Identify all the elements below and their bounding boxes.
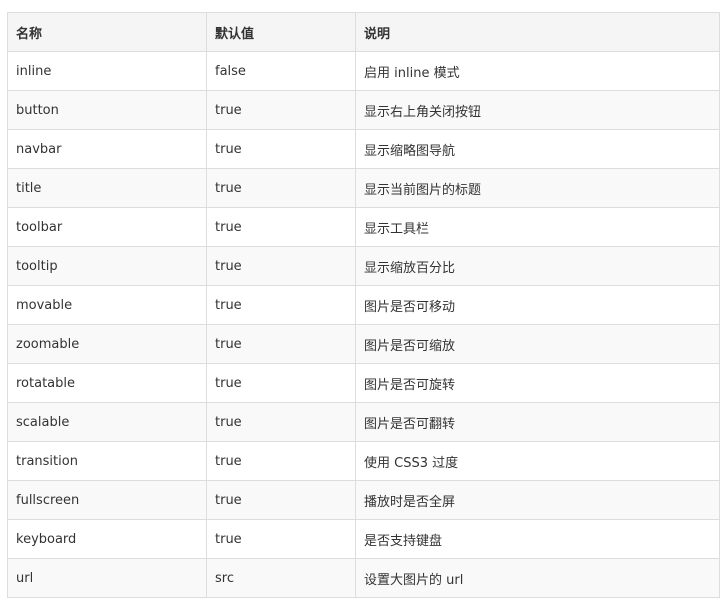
table-row: movable true 图片是否可移动: [7, 285, 720, 325]
cell-name: transition: [7, 441, 207, 481]
cell-description: 播放时是否全屏: [355, 480, 720, 520]
cell-description: 是否支持键盘: [355, 519, 720, 559]
table-body: inline false 启用 inline 模式 button true 显示右上角关闭…: [7, 51, 720, 598]
cell-name: button: [7, 90, 207, 130]
table-row: navbar true 显示缩略图导航: [7, 129, 720, 169]
cell-name: keyboard: [7, 519, 207, 559]
cell-default: true: [206, 246, 356, 286]
cell-default: true: [206, 168, 356, 208]
cell-description: 显示缩放百分比: [355, 246, 720, 286]
table-row: scalable true 图片是否可翻转: [7, 402, 720, 442]
cell-description: 设置大图片的 url: [355, 558, 720, 598]
cell-name: zoomable: [7, 324, 207, 364]
table-row: fullscreen true 播放时是否全屏: [7, 480, 720, 520]
cell-description: 使用 CSS3 过度: [355, 441, 720, 481]
header-default: 默认值: [206, 12, 356, 52]
cell-name: toolbar: [7, 207, 207, 247]
table-row: keyboard true 是否支持键盘: [7, 519, 720, 559]
header-row: 名称 默认值 说明: [7, 12, 720, 52]
table-row: rotatable true 图片是否可旋转: [7, 363, 720, 403]
table-row: url src 设置大图片的 url: [7, 558, 720, 598]
cell-description: 显示工具栏: [355, 207, 720, 247]
cell-description: 图片是否可翻转: [355, 402, 720, 442]
table-row: transition true 使用 CSS3 过度: [7, 441, 720, 481]
cell-default: true: [206, 402, 356, 442]
table-row: zoomable true 图片是否可缩放: [7, 324, 720, 364]
cell-description: 显示缩略图导航: [355, 129, 720, 169]
options-table: 名称 默认值 说明 inline false 启用 inline 模式 button t…: [7, 12, 720, 598]
cell-name: navbar: [7, 129, 207, 169]
cell-default: true: [206, 363, 356, 403]
table-row: inline false 启用 inline 模式: [7, 51, 720, 91]
cell-default: true: [206, 90, 356, 130]
cell-name: url: [7, 558, 207, 598]
cell-description: 显示右上角关闭按钮: [355, 90, 720, 130]
cell-name: inline: [7, 51, 207, 91]
cell-name: rotatable: [7, 363, 207, 403]
cell-default: true: [206, 480, 356, 520]
cell-name: scalable: [7, 402, 207, 442]
table-row: tooltip true 显示缩放百分比: [7, 246, 720, 286]
options-table-container: 名称 默认值 说明 inline false 启用 inline 模式 button t…: [7, 12, 720, 598]
header-description: 说明: [355, 12, 720, 52]
cell-default: true: [206, 324, 356, 364]
cell-default: true: [206, 441, 356, 481]
cell-name: fullscreen: [7, 480, 207, 520]
cell-default: true: [206, 519, 356, 559]
cell-description: 图片是否可缩放: [355, 324, 720, 364]
cell-default: src: [206, 558, 356, 598]
cell-name: tooltip: [7, 246, 207, 286]
cell-description: 显示当前图片的标题: [355, 168, 720, 208]
cell-description: 启用 inline 模式: [355, 51, 720, 91]
table-header: 名称 默认值 说明: [7, 12, 720, 52]
cell-default: true: [206, 207, 356, 247]
cell-default: false: [206, 51, 356, 91]
cell-default: true: [206, 129, 356, 169]
table-row: title true 显示当前图片的标题: [7, 168, 720, 208]
table-row: button true 显示右上角关闭按钮: [7, 90, 720, 130]
cell-default: true: [206, 285, 356, 325]
table-row: toolbar true 显示工具栏: [7, 207, 720, 247]
cell-description: 图片是否可旋转: [355, 363, 720, 403]
cell-name: movable: [7, 285, 207, 325]
cell-name: title: [7, 168, 207, 208]
cell-description: 图片是否可移动: [355, 285, 720, 325]
header-name: 名称: [7, 12, 207, 52]
